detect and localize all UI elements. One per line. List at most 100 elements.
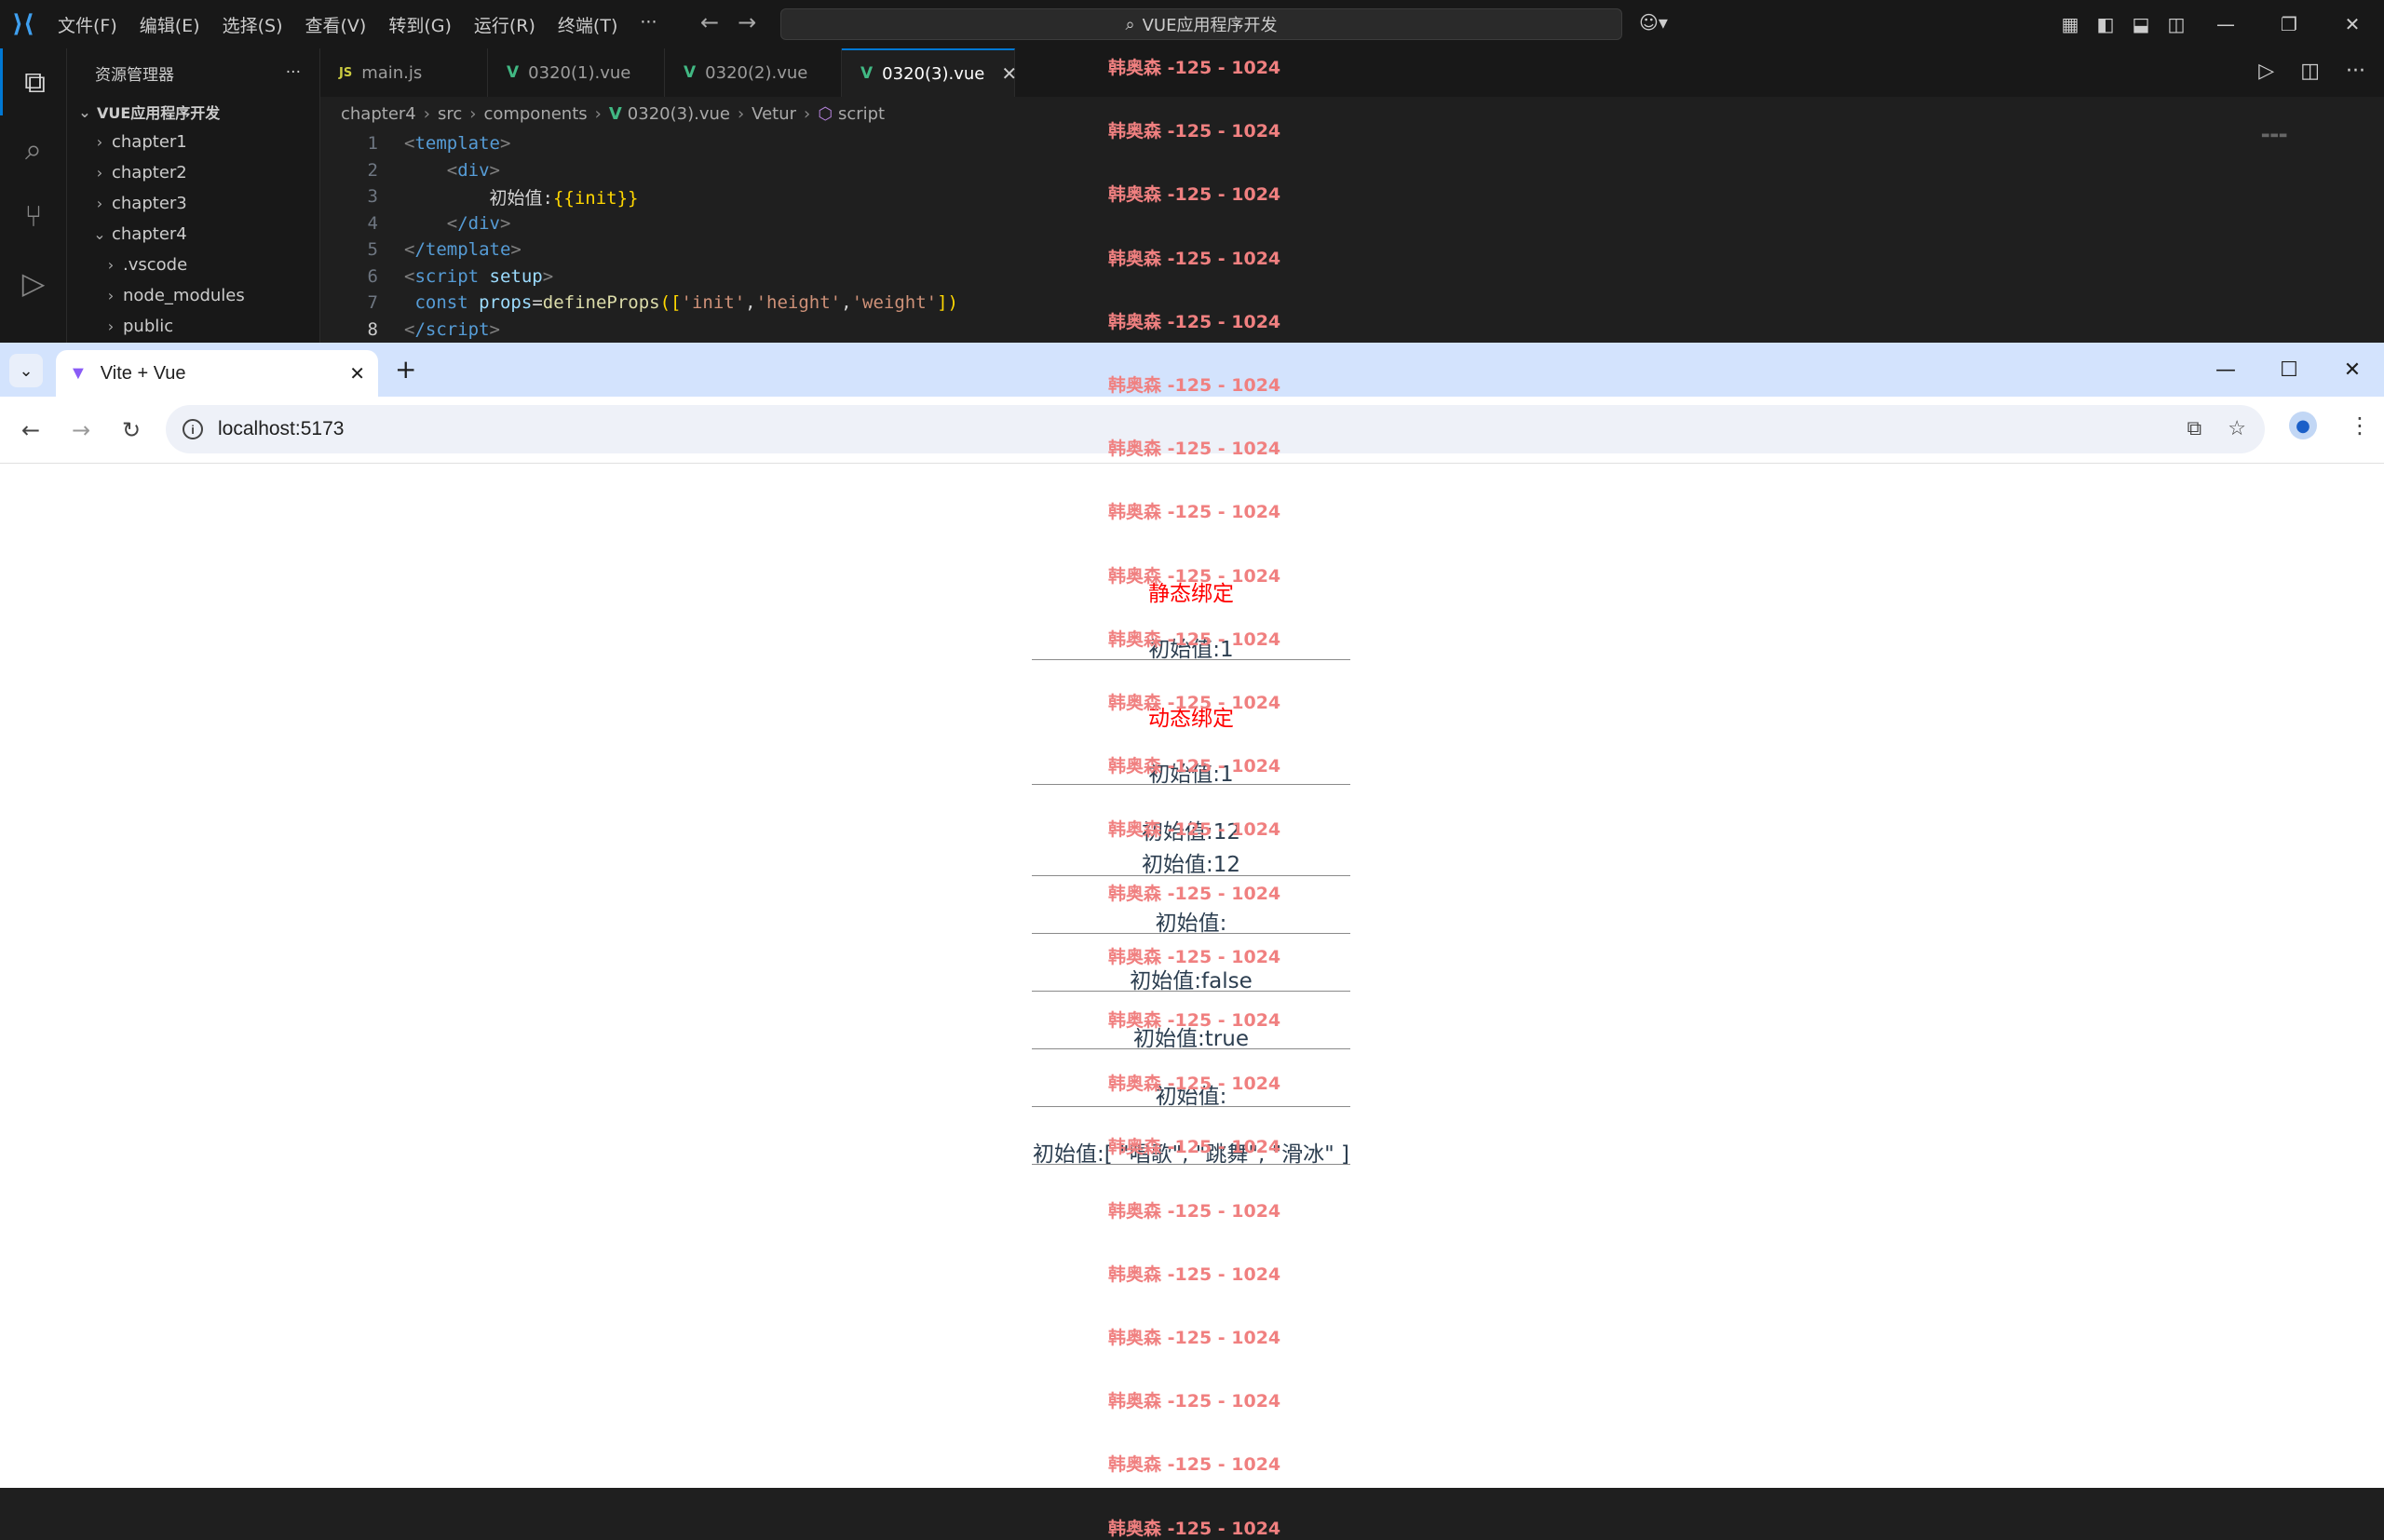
tree-item-vscode[interactable]: › .vscode: [67, 250, 319, 280]
forward-arrow-icon[interactable]: →: [738, 9, 756, 35]
tree-item-label: public: [123, 317, 174, 336]
tab-main-js[interactable]: JS main.js: [320, 48, 488, 97]
vscode-logo-icon: ⟩⟨: [12, 10, 34, 38]
divider: [1032, 1048, 1350, 1049]
divider: [1032, 875, 1350, 876]
breadcrumb-item[interactable]: Vetur: [752, 104, 796, 124]
maximize-icon[interactable]: ☐: [2257, 343, 2321, 397]
close-icon[interactable]: ✕: [2321, 343, 2384, 397]
menu-kebab-icon[interactable]: ⋮: [2349, 412, 2371, 439]
code-line: 3 初始值:{{init}}: [320, 183, 2384, 210]
menu-view[interactable]: 查看(V): [294, 12, 378, 37]
copilot-icon[interactable]: ☺▾: [1639, 11, 1668, 34]
menu-selection[interactable]: 选择(S): [211, 12, 294, 37]
address-bar[interactable]: i localhost:5173 ⧉ ☆: [166, 405, 2265, 453]
search-icon[interactable]: ⌕: [0, 115, 67, 182]
minimap[interactable]: ▬▬▬: [2261, 130, 2317, 149]
code-token: const: [414, 292, 468, 314]
chevron-right-icon: ›: [107, 256, 115, 274]
code-line: 7 const props=defineProps(['init','heigh…: [320, 290, 2384, 317]
divider: [1032, 933, 1350, 934]
customize-layout-icon[interactable]: ▦: [2052, 13, 2088, 35]
toggle-secondary-sidebar-icon[interactable]: ◫: [2159, 13, 2194, 35]
chevron-right-icon: ›: [594, 103, 602, 124]
site-info-icon[interactable]: i: [183, 419, 203, 439]
vue-file-icon: V: [608, 103, 622, 124]
forward-arrow-icon[interactable]: →: [56, 417, 106, 443]
close-tab-icon[interactable]: ✕: [349, 362, 365, 385]
minimize-icon[interactable]: —: [2194, 343, 2257, 397]
tree-item-chapter1[interactable]: › chapter1: [67, 127, 319, 157]
code-token: script: [414, 265, 480, 287]
run-debug-icon[interactable]: ▷: [0, 250, 67, 317]
more-actions-icon[interactable]: ···: [2346, 60, 2365, 83]
menu-more[interactable]: ···: [629, 12, 668, 37]
browser-tab[interactable]: ▼ Vite + Vue ✕: [56, 350, 378, 397]
back-arrow-icon[interactable]: ←: [700, 9, 719, 35]
tree-item-label: chapter2: [112, 163, 187, 182]
divider: [1032, 659, 1350, 660]
vite-favicon-icon: ▼: [69, 362, 88, 384]
translate-icon[interactable]: ⧉: [2188, 416, 2202, 440]
tab-0320-3-vue[interactable]: V 0320(3).vue ✕: [842, 48, 1017, 97]
browser-tab-title: Vite + Vue: [100, 362, 186, 384]
tree-item-label: chapter4: [112, 224, 187, 244]
tab-0320-2-vue[interactable]: V 0320(2).vue: [665, 48, 842, 97]
editor-tabs: JS main.js V 0320(1).vue V 0320(2).vue V…: [320, 48, 2384, 97]
chevron-right-icon: ›: [96, 164, 103, 182]
code-token: /div: [457, 212, 500, 234]
tree-item-label: chapter1: [112, 132, 187, 152]
chevron-right-icon: ›: [96, 195, 103, 212]
profile-avatar-icon[interactable]: ●: [2289, 412, 2317, 439]
line-number: 3: [367, 186, 378, 208]
split-editor-icon[interactable]: ◫: [2300, 60, 2320, 83]
tree-item-chapter2[interactable]: › chapter2: [67, 157, 319, 188]
toggle-panel-icon[interactable]: ⬓: [2123, 13, 2159, 35]
breadcrumb-item[interactable]: script: [838, 104, 885, 124]
tree-item-chapter4[interactable]: ⌄ chapter4: [67, 219, 319, 250]
tree-item-node-modules[interactable]: › node_modules: [67, 280, 319, 311]
new-tab-icon[interactable]: +: [395, 354, 416, 385]
toggle-sidebar-icon[interactable]: ◧: [2088, 13, 2123, 35]
tree-item-public[interactable]: › public: [67, 311, 319, 342]
breadcrumb-item[interactable]: 0320(3).vue: [628, 104, 730, 124]
menu-file[interactable]: 文件(F): [47, 12, 129, 37]
reload-icon[interactable]: ↻: [106, 417, 156, 443]
menu-edit[interactable]: 编辑(E): [129, 12, 211, 37]
restore-icon[interactable]: ❐: [2257, 13, 2321, 35]
window-controls: — ☐ ✕: [2194, 343, 2384, 397]
source-control-icon[interactable]: ⑂: [0, 182, 67, 250]
tree-item-chapter3[interactable]: › chapter3: [67, 188, 319, 219]
code-token: props: [479, 292, 533, 314]
breadcrumb-item[interactable]: chapter4: [341, 104, 416, 124]
breadcrumb-item[interactable]: src: [438, 104, 462, 124]
chevron-right-icon: ›: [423, 103, 430, 124]
back-arrow-icon[interactable]: ←: [6, 417, 56, 443]
tab-0320-1-vue[interactable]: V 0320(1).vue: [488, 48, 665, 97]
code-editor[interactable]: 1 <template> 2 <div> 3 初始值:{{init}} 4 </d…: [320, 130, 2384, 343]
dynamic-row: 初始值:12: [1141, 853, 1240, 877]
run-icon[interactable]: ▷: [2258, 60, 2274, 83]
menu-run[interactable]: 运行(R): [463, 12, 547, 37]
code-token: /script: [414, 318, 490, 340]
code-line: 8 </script>: [320, 317, 2384, 344]
tab-search-icon[interactable]: ⌄: [9, 354, 43, 387]
tab-label: 0320(3).vue: [882, 63, 985, 84]
bookmark-star-icon[interactable]: ☆: [2228, 416, 2246, 440]
menu-go[interactable]: 转到(G): [377, 12, 463, 37]
dynamic-row: 初始值:false: [1130, 969, 1253, 993]
menu-terminal[interactable]: 终端(T): [547, 12, 629, 37]
explorer-icon[interactable]: ⧉: [0, 48, 67, 115]
breadcrumb-item[interactable]: components: [483, 104, 587, 124]
code-token: 'init': [681, 292, 746, 314]
omnibox-actions: ⧉ ☆: [2188, 416, 2246, 440]
tree-root-folder[interactable]: ⌄ VUE应用程序开发: [67, 97, 319, 127]
more-actions-icon[interactable]: ···: [286, 63, 301, 82]
close-tab-icon[interactable]: ✕: [1001, 62, 1017, 85]
tree-root-label: VUE应用程序开发: [97, 104, 221, 122]
explorer-title: 资源管理器: [95, 65, 174, 85]
command-center[interactable]: ⌕ VUE应用程序开发: [780, 8, 1622, 40]
minimize-icon[interactable]: —: [2194, 13, 2257, 35]
close-icon[interactable]: ✕: [2321, 13, 2384, 35]
chevron-down-icon: ⌄: [78, 102, 91, 121]
